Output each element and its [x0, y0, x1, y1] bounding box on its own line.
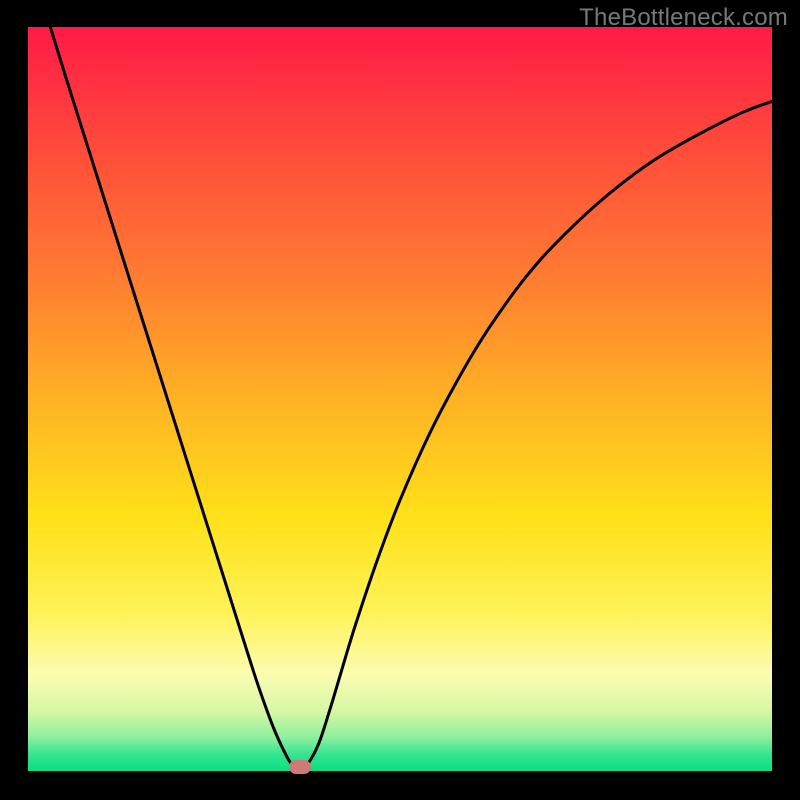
optimal-point-marker: [289, 760, 311, 774]
chart-container: TheBottleneck.com: [0, 0, 800, 800]
watermark-text: TheBottleneck.com: [579, 4, 788, 32]
plot-area: [28, 27, 772, 771]
bottleneck-curve: [28, 27, 772, 771]
